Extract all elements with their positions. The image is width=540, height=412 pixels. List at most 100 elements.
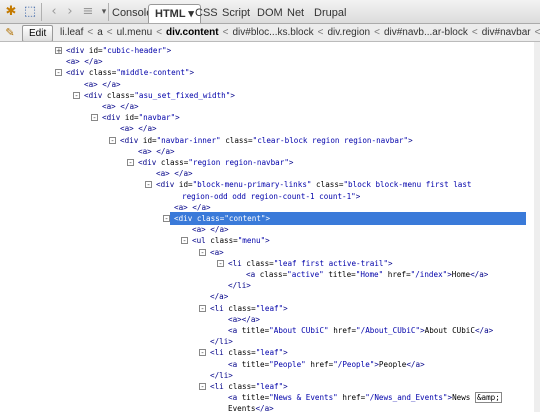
tree-node-token: <div	[102, 113, 121, 123]
breadcrumb-item[interactable]: a	[95, 27, 105, 38]
tree-node-token: title=	[241, 359, 270, 369]
tree-node-token: &amp;	[474, 392, 502, 404]
tab-script[interactable]: Script	[220, 4, 252, 23]
tree-node-token: <a>	[102, 102, 116, 111]
collapse-icon[interactable]: -	[91, 114, 98, 122]
firebug-bug-icon[interactable]: ✱	[3, 4, 19, 20]
tree-node-token: <ul	[192, 236, 206, 246]
tree-node-token: title=	[241, 393, 270, 403]
tree-scrollbar[interactable]	[534, 42, 540, 412]
breadcrumb-item[interactable]: div#navbar	[480, 27, 533, 38]
tree-node-token: >	[355, 191, 361, 201]
tree-node-token: <a	[228, 359, 238, 369]
tab-dom[interactable]: DOM	[255, 4, 285, 23]
tree-node-token: "asu_set_fixed_width"	[134, 90, 231, 100]
tree-node-token: </li>	[210, 337, 233, 347]
tree-node-token: <li	[210, 303, 224, 313]
tree-node-token: class=	[316, 180, 344, 190]
tree-node-token: "leaf"	[255, 348, 284, 358]
breadcrumb-item[interactable]: ul.menu	[115, 27, 155, 38]
tree-node-token: <a></a>	[228, 314, 261, 324]
collapse-icon[interactable]: -	[199, 248, 206, 256]
tree-node[interactable]: <a>	[210, 246, 224, 259]
tree-node-token: Home	[451, 270, 471, 279]
edit-button[interactable]: Edit	[22, 25, 54, 41]
firebug-toolbar: ✱ ⬚ ‹ › ≡ ▾ Console HTML ▾ CSS Script DO…	[0, 0, 540, 24]
collapse-icon[interactable]: -	[217, 259, 224, 267]
tab-drupal[interactable]: Drupal	[312, 4, 348, 23]
tree-node-token: class=	[246, 258, 274, 268]
tab-net[interactable]: Net	[285, 4, 306, 23]
tree-node[interactable]: Events</a>	[228, 402, 274, 412]
tree-node-token: href=	[387, 270, 411, 279]
collapse-icon[interactable]: -	[145, 181, 152, 189]
breadcrumb-separator: <	[317, 27, 324, 38]
tree-node[interactable]: </li>	[228, 279, 251, 292]
tree-node-token: class=	[106, 90, 135, 100]
collapse-icon[interactable]: -	[199, 349, 206, 357]
list-icon[interactable]: ≡	[80, 4, 96, 20]
collapse-icon[interactable]: -	[127, 159, 134, 167]
edit-pencil-icon[interactable]: ✎	[2, 25, 18, 41]
tree-node-token: </li>	[228, 281, 251, 291]
breadcrumb-item[interactable]: div#bloc...ks.block	[230, 27, 315, 38]
tree-node-token: id=	[142, 135, 157, 145]
breadcrumb-item[interactable]: div.content	[164, 27, 221, 38]
forward-arrow-icon[interactable]: ›	[62, 4, 78, 20]
tree-node-token: >	[283, 348, 288, 358]
breadcrumb: li.leaf < a < ul.menu < div.content < div#bloc..…	[58, 24, 540, 41]
collapse-icon[interactable]: -	[55, 69, 62, 77]
tree-node-token: "menu"	[237, 236, 266, 246]
breadcrumb-item[interactable]: div.region	[325, 27, 372, 38]
tree-node-token: <div	[138, 158, 157, 167]
tree-node-token: "/About_CUbiC"	[356, 326, 421, 335]
tree-node-token: People	[378, 359, 407, 369]
tab-css[interactable]: CSS	[193, 4, 220, 23]
breadcrumb-item[interactable]: li.leaf	[58, 27, 85, 38]
collapse-icon[interactable]: -	[199, 383, 206, 391]
breadcrumb-separator: <	[106, 27, 113, 38]
tree-node[interactable]: <a class="active" title="Home" href="/in…	[246, 268, 488, 281]
tree-node-token: href=	[342, 393, 366, 403]
tree-node-token: <a>	[120, 124, 134, 134]
tree-node[interactable]: <a title="People" href="/People">People<…	[228, 358, 425, 371]
tree-node-token: class=	[225, 135, 253, 145]
tree-node-token: "clear-block region region-navbar"	[252, 135, 409, 145]
breadcrumb-separator: <	[534, 27, 540, 38]
back-arrow-icon[interactable]: ‹	[46, 4, 62, 20]
tree-node-token: >	[283, 303, 288, 313]
tree-node-token: <a	[228, 393, 238, 403]
tree-node-token: <a	[228, 326, 238, 335]
collapse-icon[interactable]: -	[73, 91, 80, 99]
inspect-icon[interactable]: ⬚	[22, 4, 38, 20]
tree-node-token: "/People"	[333, 359, 375, 369]
tree-node-token: <a>	[156, 169, 170, 179]
tree-node-token: "cubic-header"	[102, 46, 167, 55]
tree-node-token: <div	[156, 180, 175, 190]
tree-node-token: "leaf first active-trail"	[273, 258, 389, 268]
expand-icon[interactable]: +	[55, 47, 62, 55]
breadcrumb-item[interactable]: div#navb...ar-block	[382, 27, 470, 38]
tree-node-token: </a>	[406, 359, 425, 369]
tree-node-token: <li	[228, 258, 242, 268]
tree-node-token: </a>	[84, 57, 103, 67]
tree-node-token: </a>	[474, 326, 494, 335]
tree-node-token: id=	[124, 113, 139, 123]
tree-node-token: id=	[88, 46, 103, 55]
toolbar-separator	[108, 3, 109, 21]
collapse-icon[interactable]: -	[199, 304, 206, 312]
tree-node-token: >	[288, 158, 294, 167]
tree-node-token: class=	[88, 68, 117, 78]
tree-node-token: <a	[246, 270, 256, 279]
collapse-icon[interactable]: -	[181, 237, 188, 245]
tree-node-token: "News & Events"	[269, 393, 338, 403]
collapse-icon[interactable]: -	[163, 215, 170, 223]
collapse-icon[interactable]: -	[109, 136, 116, 144]
tree-node[interactable]: <ul class="menu">	[192, 234, 270, 247]
breadcrumb-separator: <	[156, 27, 163, 38]
tree-node-token: >	[175, 113, 180, 123]
tree-node-token: title=	[241, 326, 270, 335]
tree-node-token: "About CUbiC"	[269, 326, 329, 335]
tree-node[interactable]: <a title="About CUbiC" href="/About_CUbi…	[228, 324, 493, 337]
breadcrumb-separator: <	[87, 27, 94, 38]
